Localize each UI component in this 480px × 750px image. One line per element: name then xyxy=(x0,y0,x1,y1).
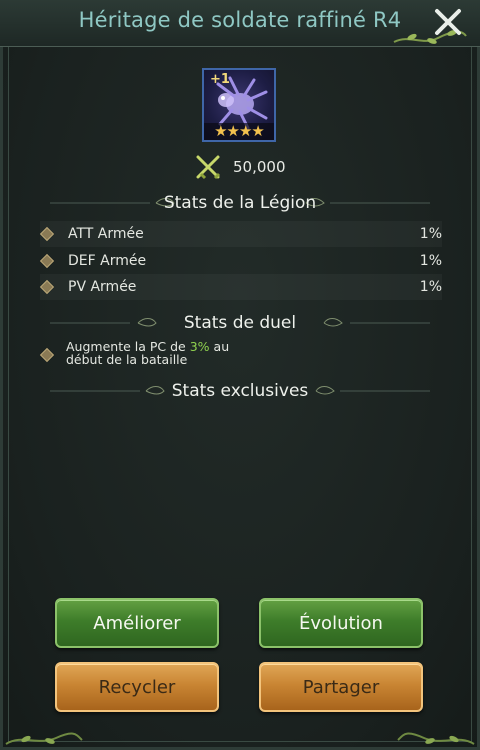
star-rating: ★★★★ xyxy=(204,123,274,140)
exclusive-stats-title: Stats exclusives xyxy=(171,381,309,401)
legion-stats-title: Stats de la Légion xyxy=(163,193,317,213)
stat-value: 1% xyxy=(419,253,442,269)
duel-highlight-value: 3% xyxy=(189,339,210,354)
share-button[interactable]: Partager xyxy=(259,662,423,712)
diamond-bullet-icon xyxy=(39,226,55,242)
close-icon xyxy=(435,9,461,35)
bottom-right-vine-icon xyxy=(397,732,475,745)
power-value: 50,000 xyxy=(233,158,286,176)
diamond-bullet-icon xyxy=(39,253,55,269)
stat-row: PV Armée 1% xyxy=(39,274,442,300)
stat-row: ATT Armée 1% xyxy=(39,221,442,247)
duel-stats-title: Stats de duel xyxy=(183,313,297,333)
stat-label: PV Armée xyxy=(68,279,137,295)
duel-stat-text: Augmente la PC de 3% au début de la bata… xyxy=(66,340,229,366)
duel-text-suffix: au xyxy=(209,339,230,354)
bottom-left-vine-icon xyxy=(5,732,83,745)
popup-header: Héritage de soldate raffiné R4 xyxy=(0,0,480,47)
recycle-button[interactable]: Recycler xyxy=(55,662,219,712)
item-portrait[interactable]: +1 ★★★★ xyxy=(202,68,276,142)
close-button[interactable] xyxy=(430,5,466,39)
stat-value: 1% xyxy=(419,279,442,295)
stat-value: 1% xyxy=(419,226,442,242)
evolution-button[interactable]: Évolution xyxy=(259,598,423,648)
diamond-bullet-icon xyxy=(39,279,55,295)
power-row: 50,000 xyxy=(195,154,286,180)
stat-label: ATT Armée xyxy=(68,226,144,242)
stat-label: DEF Armée xyxy=(68,253,147,269)
stat-row: DEF Armée 1% xyxy=(39,248,442,274)
crossed-swords-icon xyxy=(196,155,221,180)
duel-text-line2: début de la bataille xyxy=(66,352,188,367)
level-badge: +1 xyxy=(210,72,230,87)
upgrade-button[interactable]: Améliorer xyxy=(55,598,219,648)
